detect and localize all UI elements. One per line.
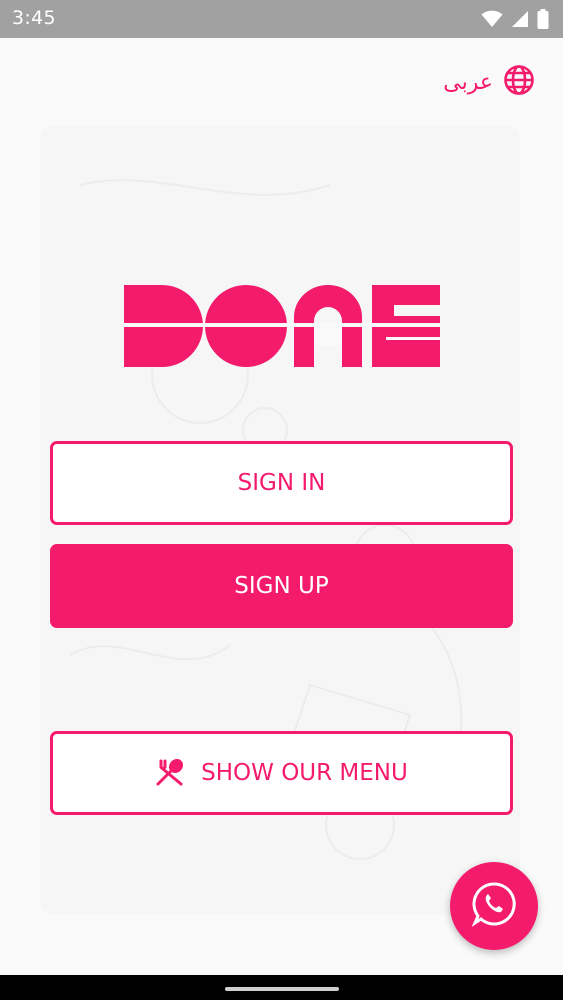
language-switch[interactable]: عربى [443, 64, 535, 100]
show-menu-button[interactable]: SHOW OUR MENU [50, 731, 513, 815]
battery-icon [537, 9, 549, 33]
whatsapp-icon [470, 880, 518, 932]
show-menu-label: SHOW OUR MENU [201, 760, 408, 786]
status-time: 3:45 [12, 7, 56, 29]
globe-icon [503, 64, 535, 100]
sign-in-button[interactable]: SIGN IN [50, 441, 513, 525]
app-screen: 3:45 عربى SIGN IN SIGN UP SHOW OUR MENU [0, 0, 563, 1000]
whatsapp-button[interactable] [450, 862, 538, 950]
done-logo [124, 285, 440, 367]
language-label: عربى [443, 69, 493, 95]
sign-up-label: SIGN UP [234, 573, 329, 599]
status-bar: 3:45 [0, 0, 563, 38]
wifi-icon [481, 10, 503, 32]
fork-spoon-icon [155, 758, 185, 788]
sign-in-label: SIGN IN [237, 470, 326, 496]
navigation-bar [0, 975, 563, 1000]
status-icons [481, 9, 549, 33]
sign-up-button[interactable]: SIGN UP [50, 544, 513, 628]
signal-icon [511, 10, 529, 32]
home-handle[interactable] [225, 987, 339, 991]
